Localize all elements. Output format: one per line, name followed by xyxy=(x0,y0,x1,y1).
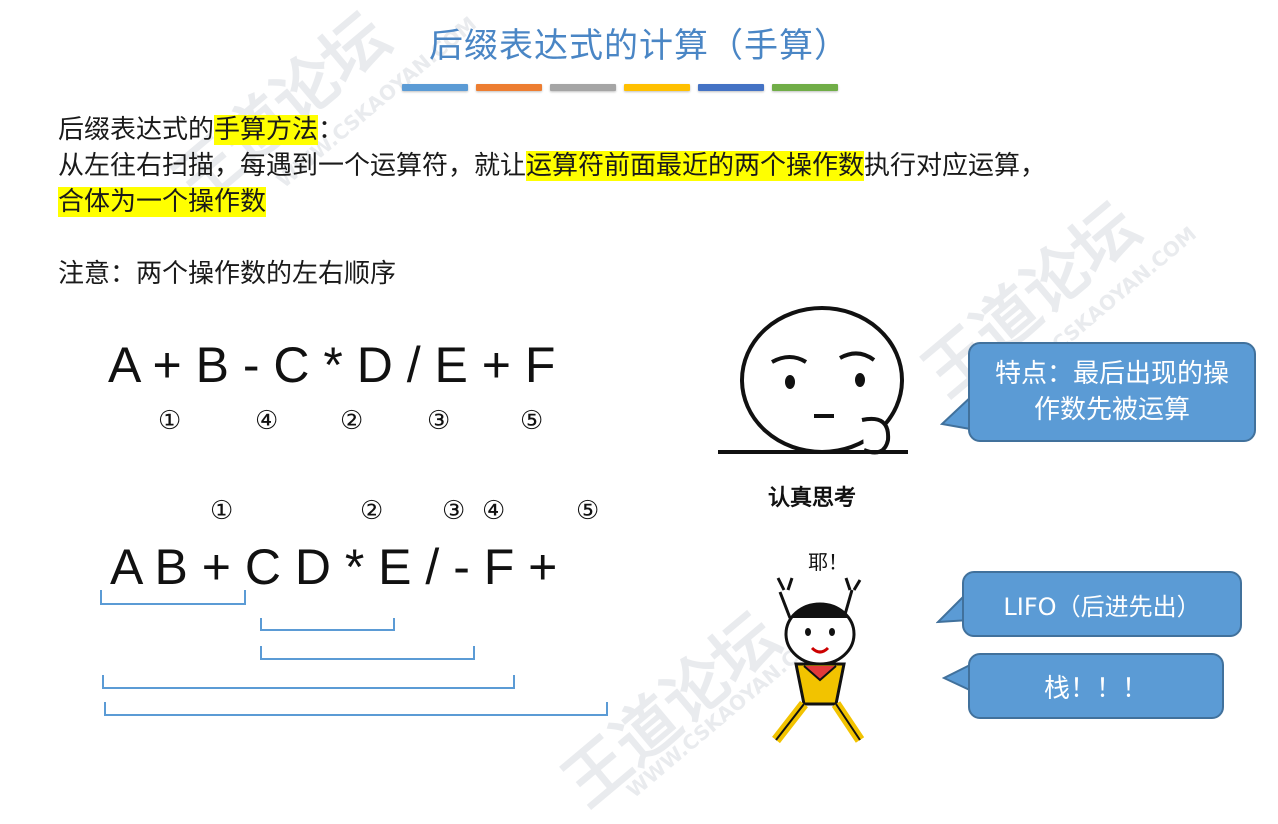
feature-bubble: 特点：最后出现的操作数先被运算 xyxy=(968,342,1256,442)
yeah-dance-sticker xyxy=(772,577,865,744)
method-text: 执行对应运算， xyxy=(864,151,1047,181)
thinking-face-sticker xyxy=(718,306,908,455)
bracket-1 xyxy=(100,590,246,605)
bracket-5 xyxy=(104,702,608,716)
accent-bar xyxy=(772,84,838,91)
stack-bubble: 栈！！！ xyxy=(968,653,1224,719)
bracket-2 xyxy=(260,618,395,631)
lifo-bubble: LIFO（后进先出） xyxy=(962,571,1242,637)
thinking-caption: 认真思考 xyxy=(768,486,857,511)
bracket-4 xyxy=(102,675,515,689)
grouping-brackets xyxy=(100,590,608,716)
bracket-3 xyxy=(260,646,475,660)
accent-bar xyxy=(698,84,764,91)
